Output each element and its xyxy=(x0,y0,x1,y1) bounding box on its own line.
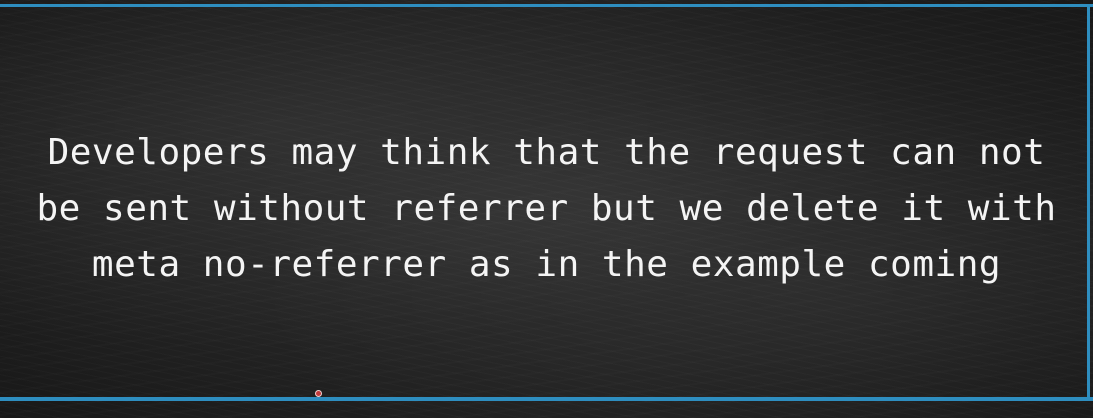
slide-canvas: Developers may think that the request ca… xyxy=(0,0,1093,418)
mouse-cursor-icon xyxy=(315,390,322,397)
slide-text: Developers may think that the request ca… xyxy=(0,125,1093,293)
frame-border-top xyxy=(0,4,1093,7)
slide-text-line: Developers may think that the request ca… xyxy=(47,132,1046,173)
slide-text-line: meta no-referrer as in the example comin… xyxy=(91,244,1002,285)
frame-border-bottom xyxy=(0,397,1093,401)
slide-text-line: be sent without referrer but we delete i… xyxy=(36,188,1057,229)
